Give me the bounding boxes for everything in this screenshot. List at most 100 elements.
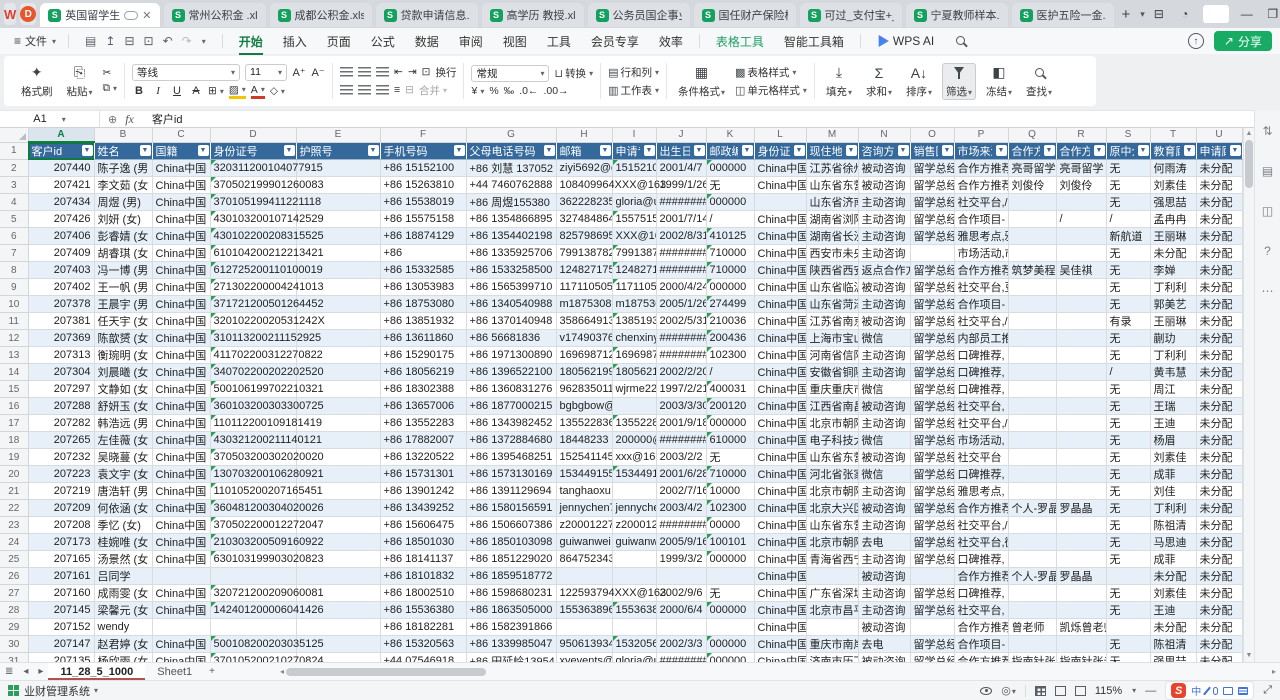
font-size-select[interactable]: 11▾: [245, 64, 287, 81]
cell-M7[interactable]: 西安市未央: [806, 245, 858, 262]
cell-T9[interactable]: 丁利利: [1150, 279, 1196, 296]
cell-D28[interactable]: 142401200006041426: [210, 602, 296, 619]
cell-J24[interactable]: 2005/9/16: [656, 534, 706, 551]
cell-K18[interactable]: 610000: [706, 432, 754, 449]
cell-T4[interactable]: 强思喆: [1150, 194, 1196, 211]
cell-C30[interactable]: China中国: [152, 636, 210, 653]
cell-G20[interactable]: +86 1573130169: [466, 466, 556, 483]
cell-H22[interactable]: jennychen7: [556, 500, 612, 517]
cell-A4[interactable]: 207434: [28, 194, 94, 211]
cell-B16[interactable]: 舒妍玉 (女: [94, 398, 152, 415]
cell-K28[interactable]: 000000: [706, 602, 754, 619]
cell-P15[interactable]: 口碑推荐,: [954, 381, 1008, 398]
cell-O8[interactable]: 留学总经理: [910, 262, 954, 279]
cell-R6[interactable]: [1056, 228, 1106, 245]
cell-B14[interactable]: 刘晨曦 (女: [94, 364, 152, 381]
cell-B20[interactable]: 袁文宇 (女: [94, 466, 152, 483]
cell-R9[interactable]: [1056, 279, 1106, 296]
row-header-26[interactable]: 26: [0, 568, 28, 585]
cell-A20[interactable]: 207223: [28, 466, 94, 483]
sogou-logo-icon[interactable]: S: [1171, 683, 1186, 698]
cell-K4[interactable]: 000000: [706, 194, 754, 211]
filter-dropdown-icon[interactable]: ▼: [198, 145, 209, 156]
cell-U24[interactable]: 未分配: [1196, 534, 1242, 551]
cell-N8[interactable]: 返点合作方: [858, 262, 910, 279]
column-header-B[interactable]: B: [94, 128, 152, 142]
cell-S6[interactable]: 新航道: [1106, 228, 1150, 245]
filter-dropdown-icon[interactable]: ▼: [694, 145, 705, 156]
column-header-O[interactable]: O: [910, 128, 954, 142]
cell-K11[interactable]: 210036: [706, 313, 754, 330]
cell-C24[interactable]: China中国: [152, 534, 210, 551]
cell-R7[interactable]: [1056, 245, 1106, 262]
cell-B22[interactable]: 何依涵 (女: [94, 500, 152, 517]
cell-H20[interactable]: 153449155: [556, 466, 612, 483]
cell-N30[interactable]: 去电: [858, 636, 910, 653]
cell-F9[interactable]: +86 13053983: [380, 279, 466, 296]
column-header-R[interactable]: R: [1056, 128, 1106, 142]
cell-H10[interactable]: m1875308(: [556, 296, 612, 313]
cell-A5[interactable]: 207426: [28, 211, 94, 228]
cell-Q17[interactable]: [1008, 415, 1056, 432]
file-menu[interactable]: ≡ 文件▾: [8, 33, 62, 49]
cell-U4[interactable]: 未分配: [1196, 194, 1242, 211]
cell-R15[interactable]: [1056, 381, 1106, 398]
cell-M17[interactable]: 北京市朝阳: [806, 415, 858, 432]
thousands-button[interactable]: ‰: [504, 85, 515, 97]
cell-T19[interactable]: 刘素佳: [1150, 449, 1196, 466]
cell-F14[interactable]: +86 18056219: [380, 364, 466, 381]
help-icon[interactable]: ?: [1264, 244, 1271, 258]
cell-O9[interactable]: 留学总经理: [910, 279, 954, 296]
cell-R2[interactable]: 亮哥留学: [1056, 160, 1106, 177]
cell-N28[interactable]: 主动咨询: [858, 602, 910, 619]
cell-G28[interactable]: +86 1863505000: [466, 602, 556, 619]
cell-P6[interactable]: 雅思考点,雅: [954, 228, 1008, 245]
row-header-31[interactable]: 31: [0, 653, 28, 663]
cell-U23[interactable]: 未分配: [1196, 517, 1242, 534]
cell-F17[interactable]: +86 13552283: [380, 415, 466, 432]
cell-Q28[interactable]: [1008, 602, 1056, 619]
row-header-15[interactable]: 15: [0, 381, 28, 398]
cell-T21[interactable]: 刘佳: [1150, 483, 1196, 500]
cell-K25[interactable]: 000000: [706, 551, 754, 568]
cell-G22[interactable]: +86 1580156591: [466, 500, 556, 517]
cell-N26[interactable]: 被动咨询: [858, 568, 910, 585]
column-header-A[interactable]: A: [28, 128, 94, 142]
fill-color-button[interactable]: ▨▾: [229, 84, 246, 99]
cell-K21[interactable]: 10000: [706, 483, 754, 500]
cell-D13[interactable]: 411702200312270822: [210, 347, 296, 364]
cell-J14[interactable]: 2002/2/20: [656, 364, 706, 381]
cell-U10[interactable]: 未分配: [1196, 296, 1242, 313]
cell-C26[interactable]: [152, 568, 210, 585]
cell-N17[interactable]: 主动咨询: [858, 415, 910, 432]
cell-M18[interactable]: 电子科技大: [806, 432, 858, 449]
row-header-30[interactable]: 30: [0, 636, 28, 653]
cell-L18[interactable]: China中国: [754, 432, 806, 449]
cell-P2[interactable]: 合作方推荐: [954, 160, 1008, 177]
cell-L23[interactable]: China中国: [754, 517, 806, 534]
menu-tab-6[interactable]: 审阅: [449, 30, 493, 53]
cell-G23[interactable]: +86 1506607386: [466, 517, 556, 534]
column-header-E[interactable]: E: [296, 128, 380, 142]
cell-P27[interactable]: 口碑推荐,: [954, 585, 1008, 602]
wrap-label[interactable]: 换行: [435, 65, 456, 80]
file-tab[interactable]: S高学历 教授.xlsx: [482, 3, 584, 27]
align-bottom-icon[interactable]: [376, 67, 389, 77]
cell-F11[interactable]: +86 13851932: [380, 313, 466, 330]
cell-U13[interactable]: 未分配: [1196, 347, 1242, 364]
filter-dropdown-icon[interactable]: ▼: [644, 145, 655, 156]
font-family-select[interactable]: 等线▾: [132, 64, 240, 81]
conditional-format-button[interactable]: ▦ 条件格式▾: [674, 63, 729, 100]
cell-A24[interactable]: 207173: [28, 534, 94, 551]
cell-P11[interactable]: 社交平台,/: [954, 313, 1008, 330]
cell-U6[interactable]: 未分配: [1196, 228, 1242, 245]
zoom-chevron-icon[interactable]: ▾: [1132, 686, 1136, 695]
cell-M12[interactable]: 上海市宝山: [806, 330, 858, 347]
cell-K6[interactable]: 410125: [706, 228, 754, 245]
file-tab[interactable]: S英国留学生✕: [40, 3, 159, 27]
cell-T14[interactable]: 黄韦慧: [1150, 364, 1196, 381]
cell-B23[interactable]: 季忆 (女): [94, 517, 152, 534]
cell-Q2[interactable]: 亮哥留学: [1008, 160, 1056, 177]
cell-I18[interactable]: 200000@qq: [612, 432, 656, 449]
filter-dropdown-icon[interactable]: ▼: [368, 145, 379, 156]
